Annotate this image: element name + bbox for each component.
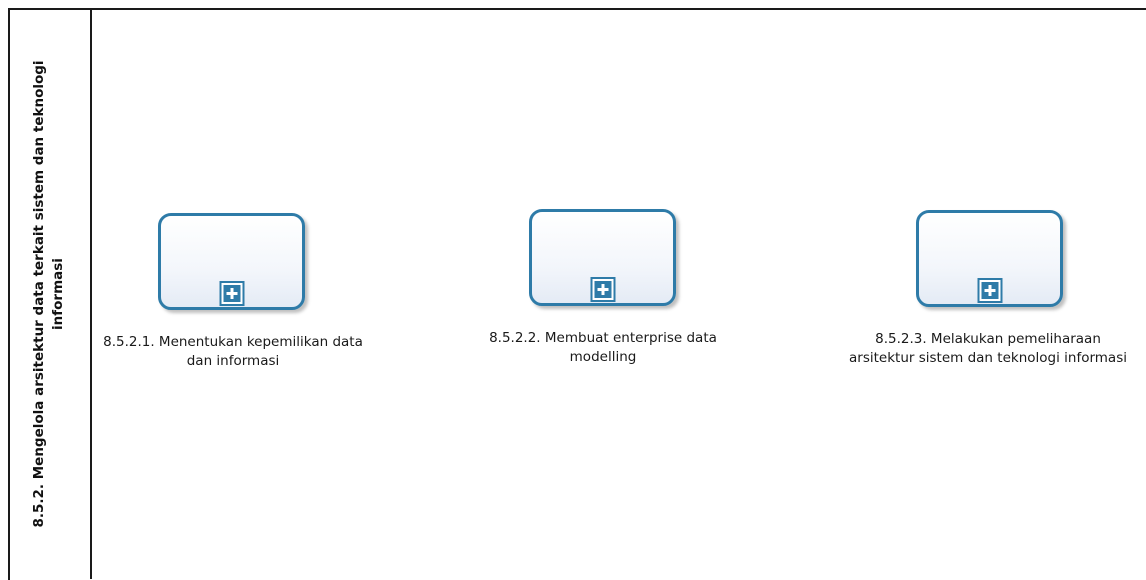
task-label-8-5-2-2: 8.5.2.2. Membuat enterprise data modelli… (489, 330, 717, 365)
task-label-8-5-2-1: 8.5.2.1. Menentukan kepemilikan data dan… (103, 334, 363, 369)
collapsed-subprocess-plus-icon[interactable] (977, 278, 1002, 303)
lane-title: 8.5.2. Mengelola arsitektur data terkait… (31, 59, 66, 528)
task-label-8-5-2-3: 8.5.2.3. Melakukan pemeliharaan arsitekt… (849, 331, 1127, 366)
task-8-5-2-2[interactable] (529, 209, 676, 306)
collapsed-subprocess-plus-icon[interactable] (590, 277, 615, 302)
task-8-5-2-1[interactable] (158, 213, 305, 310)
lane-header[interactable]: 8.5.2. Mengelola arsitektur data terkait… (8, 8, 92, 579)
task-8-5-2-3[interactable] (916, 210, 1063, 307)
collapsed-subprocess-plus-icon[interactable] (219, 281, 244, 306)
